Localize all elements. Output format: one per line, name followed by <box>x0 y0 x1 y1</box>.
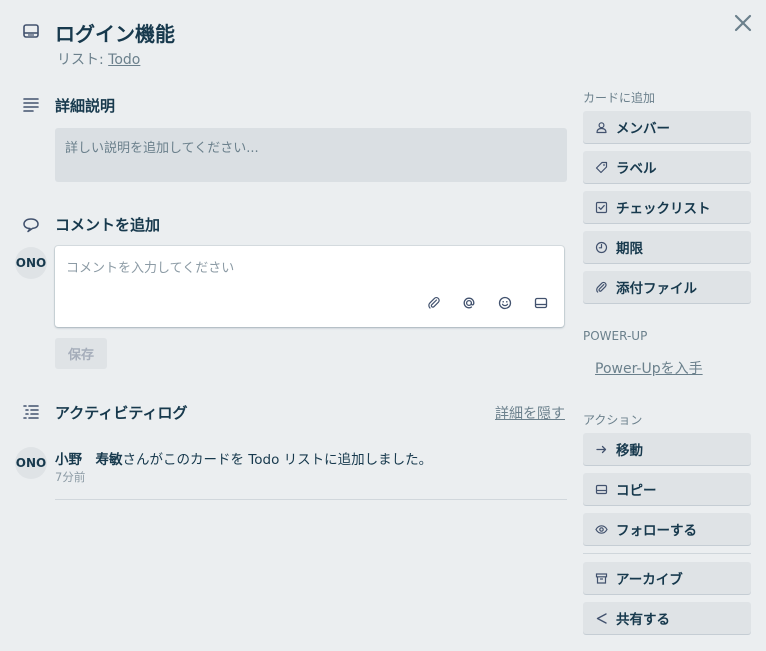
activity-user[interactable]: 小野 寿敏 <box>55 452 123 468</box>
clock-icon <box>595 241 608 254</box>
description-heading: 詳細説明 <box>55 97 116 115</box>
list-info: リスト: Todo <box>57 49 140 69</box>
move-label: 移動 <box>616 443 643 459</box>
attachment-button[interactable]: 添付ファイル <box>583 271 751 303</box>
due-date-label: 期限 <box>616 241 643 257</box>
share-button[interactable]: 共有する <box>583 602 751 634</box>
powerup-heading: POWER-UP <box>583 329 648 343</box>
avatar[interactable]: ONO <box>15 247 47 279</box>
due-date-button[interactable]: 期限 <box>583 231 751 263</box>
checklist-label: チェックリスト <box>616 201 711 217</box>
members-label: メンバー <box>616 121 670 137</box>
copy-label: コピー <box>616 483 657 499</box>
copy-button[interactable]: コピー <box>583 473 751 505</box>
activity-entry: 小野 寿敏さんがこのカードを Todo リストに追加しました。 <box>55 448 432 468</box>
arrow-right-icon <box>595 443 608 456</box>
card-icon <box>22 22 40 40</box>
activity-icon <box>22 403 40 421</box>
activity-divider <box>55 499 567 500</box>
activity-text: さんがこのカードを Todo リストに追加しました。 <box>122 452 433 468</box>
activity-heading: アクティビティログ <box>55 404 188 422</box>
avatar[interactable]: ONO <box>15 447 47 479</box>
follow-button[interactable]: フォローする <box>583 513 751 545</box>
checkbox-icon <box>595 201 608 214</box>
labels-button[interactable]: ラベル <box>583 151 751 183</box>
actions-heading: アクション <box>583 413 643 427</box>
comment-placeholder: コメントを入力してください <box>66 261 235 276</box>
eye-icon <box>595 523 608 536</box>
card-title[interactable]: ログイン機能 <box>55 18 175 47</box>
move-button[interactable]: 移動 <box>583 433 751 465</box>
card-link-icon[interactable] <box>534 296 548 310</box>
description-icon <box>22 96 40 114</box>
checklist-button[interactable]: チェックリスト <box>583 191 751 223</box>
mention-icon[interactable] <box>462 296 476 310</box>
save-button[interactable]: 保存 <box>55 338 107 369</box>
archive-icon <box>595 572 608 585</box>
comment-icon <box>22 216 40 234</box>
card-icon <box>595 483 608 496</box>
labels-label: ラベル <box>616 161 657 177</box>
close-icon[interactable] <box>732 12 754 34</box>
description-input[interactable]: 詳しい説明を追加してください... <box>55 128 567 182</box>
comment-input[interactable]: コメントを入力してください <box>55 246 564 327</box>
members-button[interactable]: メンバー <box>583 111 751 143</box>
get-powerups-link[interactable]: Power-Upを入手 <box>595 358 703 378</box>
activity-time[interactable]: 7分前 <box>55 469 85 485</box>
follow-label: フォローする <box>616 523 697 539</box>
paperclip-icon <box>595 281 608 294</box>
archive-label: アーカイブ <box>616 572 683 588</box>
emoji-icon[interactable] <box>498 296 512 310</box>
list-link[interactable]: Todo <box>108 52 140 68</box>
hide-details-link[interactable]: 詳細を隠す <box>495 403 565 423</box>
paperclip-icon[interactable] <box>427 296 441 310</box>
attachment-label: 添付ファイル <box>616 281 697 297</box>
archive-button[interactable]: アーカイブ <box>583 562 751 594</box>
share-label: 共有する <box>616 612 670 628</box>
tag-icon <box>595 161 608 174</box>
share-icon <box>595 612 608 625</box>
sidebar-divider <box>583 553 751 554</box>
comment-heading: コメントを追加 <box>55 216 161 234</box>
add-to-card-heading: カードに追加 <box>583 91 656 105</box>
list-prefix: リスト: <box>57 52 109 68</box>
person-icon <box>595 121 608 134</box>
